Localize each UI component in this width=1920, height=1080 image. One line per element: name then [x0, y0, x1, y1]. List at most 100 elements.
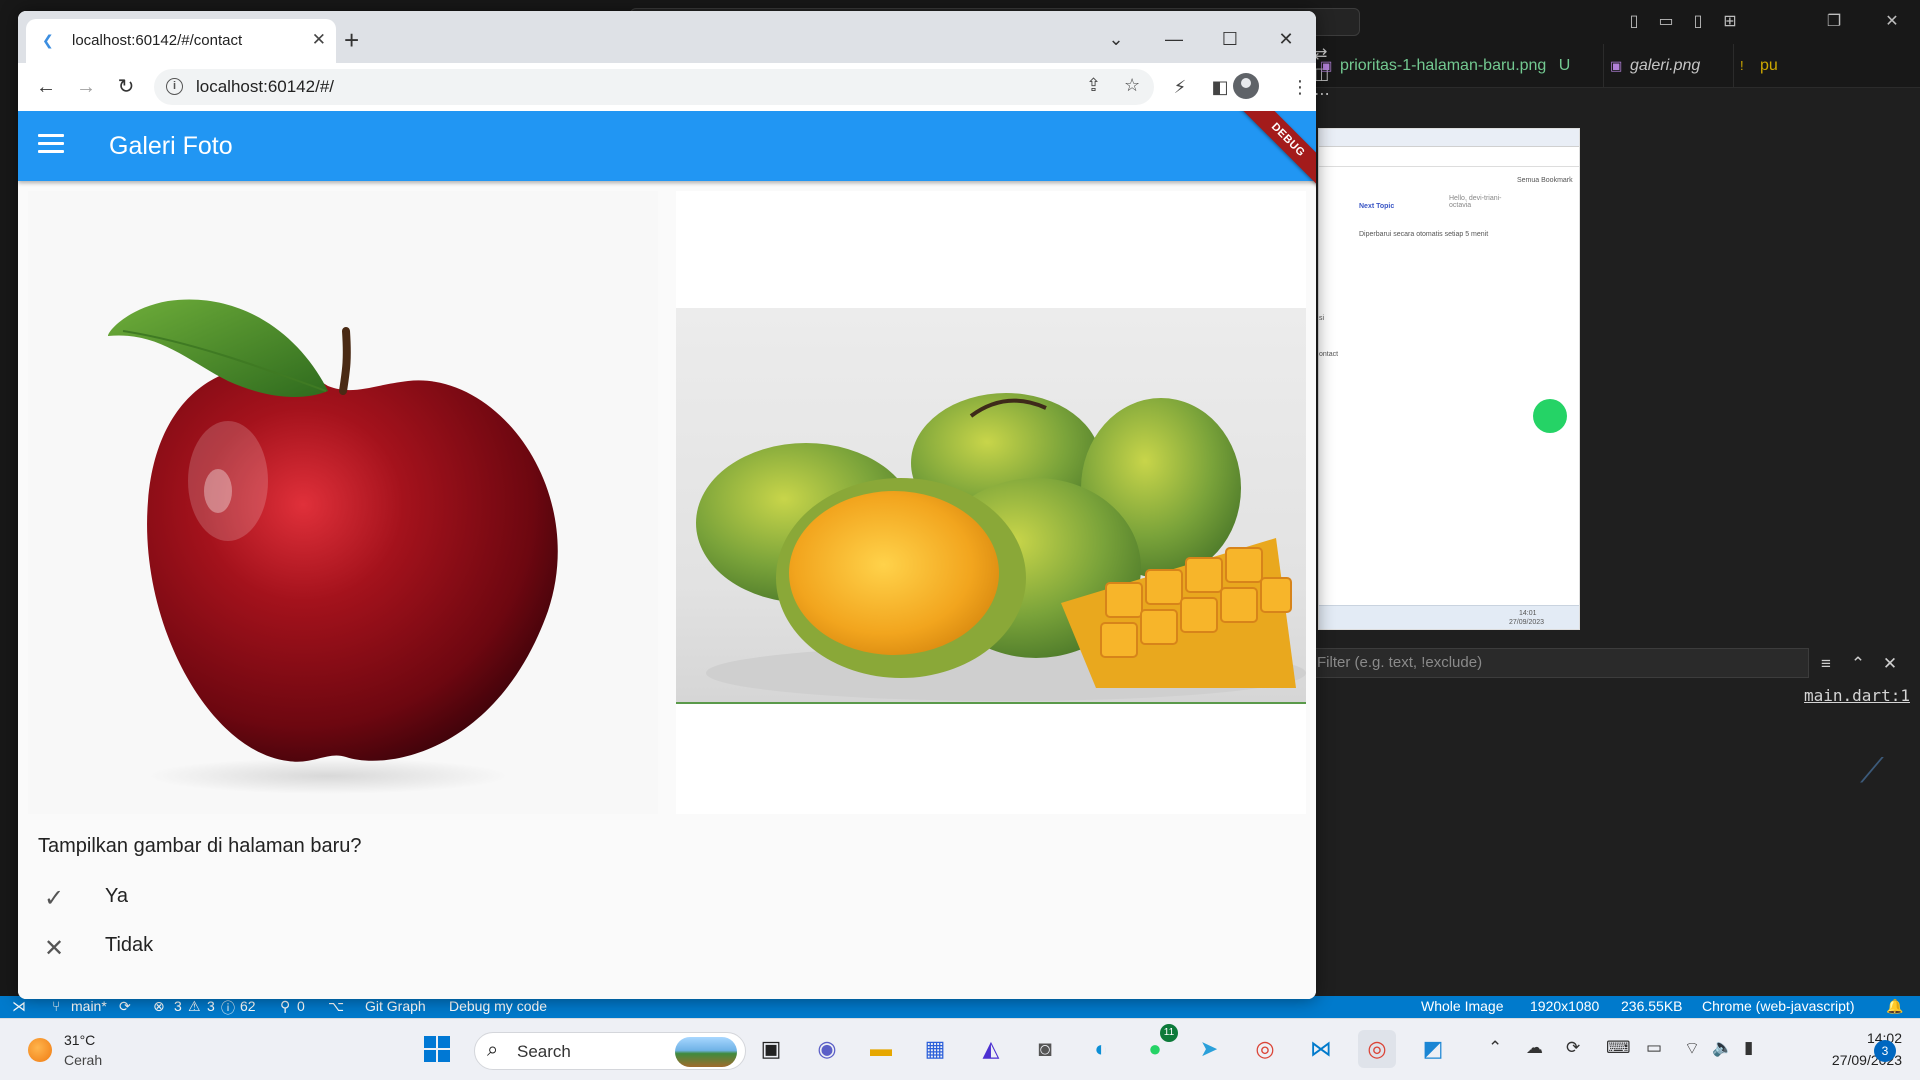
teams-chat-icon[interactable]: ◉	[808, 1030, 846, 1068]
maximize-icon[interactable]: ☐	[1208, 25, 1252, 53]
app-bar: Galeri Foto DEBUG	[18, 111, 1316, 191]
ports-icon[interactable]: ⚲	[280, 998, 290, 1015]
debug-my-code[interactable]: Debug my code	[449, 998, 547, 1014]
task-view-icon[interactable]: ▣	[752, 1030, 790, 1068]
editor-tab-label: prioritas-1-halaman-baru.png	[1340, 57, 1547, 74]
close-window-icon[interactable]: ✕	[1264, 25, 1308, 53]
remote-icon[interactable]: ⋊	[12, 998, 26, 1015]
apple-image[interactable]	[28, 191, 658, 814]
git-graph[interactable]: Git Graph	[365, 998, 426, 1014]
back-icon[interactable]: ←	[32, 73, 60, 101]
sync-icon[interactable]: ⟳	[119, 998, 131, 1015]
tab-search-icon[interactable]: ⌄	[1094, 25, 1138, 53]
keyboard-icon[interactable]: ⌨	[1606, 1038, 1631, 1058]
option-tidak-label: Tidak	[105, 934, 154, 956]
close-tab-icon[interactable]: ✕	[312, 30, 326, 50]
warning-count[interactable]: 3	[207, 998, 215, 1014]
ports-count[interactable]: 0	[297, 998, 305, 1014]
branch-name[interactable]: main*	[71, 998, 107, 1014]
chrome-icon[interactable]: ◎	[1246, 1030, 1284, 1068]
notification-badge[interactable]: 3	[1874, 1040, 1896, 1062]
battery-icon[interactable]: ▮	[1744, 1038, 1753, 1058]
customize-layout-icon[interactable]: ⊞	[1718, 10, 1742, 34]
sync-tray-icon[interactable]: ⟳	[1566, 1038, 1580, 1058]
microsoft-store-icon[interactable]: ▦	[916, 1030, 954, 1068]
error-count[interactable]: 3	[174, 998, 182, 1014]
wifi-icon[interactable]: ⌔	[1684, 1038, 1700, 1059]
close-icon: ✕	[43, 935, 65, 962]
chrome-menu-icon[interactable]: ⋮	[1288, 75, 1312, 99]
preview-browser-bar	[1319, 129, 1579, 147]
search-highlight-art	[675, 1037, 737, 1067]
editor-tabs: ▣ prioritas-1-halaman-baru.png U ▣ galer…	[1314, 44, 1920, 103]
flutter-app: Galeri Foto DEBUG Tampilkan gambar di ha…	[18, 111, 1316, 999]
preview-taskbar: 14:01 27/09/2023	[1319, 605, 1579, 629]
forward-icon[interactable]: →	[72, 73, 100, 101]
side-panel-icon[interactable]: ◧	[1208, 75, 1232, 99]
weather-temp[interactable]: 31°C	[64, 1032, 95, 1048]
file-explorer-icon[interactable]: ▬	[862, 1030, 900, 1068]
camera-icon[interactable]: ◙	[1026, 1030, 1064, 1068]
editor-tab-galeri[interactable]: ▣ galeri.png	[1604, 44, 1734, 88]
share-icon[interactable]: ⇪	[1086, 75, 1101, 96]
app-title: Galeri Foto	[109, 132, 233, 160]
flutter-logo-icon: ⟋	[1860, 752, 1884, 790]
editor-tab-label: pu	[1760, 57, 1778, 74]
close-filter-icon[interactable]: ✕	[1878, 652, 1902, 676]
branch-icon[interactable]: ⑂	[52, 998, 60, 1014]
vscode-restore-icon[interactable]: ❐	[1822, 10, 1846, 34]
whatsapp-icon[interactable]: ● 11	[1136, 1024, 1178, 1068]
menu-icon[interactable]	[38, 134, 64, 158]
extension-icon[interactable]: ⚡	[1168, 75, 1192, 99]
vscode-icon[interactable]: ⋈	[1302, 1030, 1340, 1068]
flutter-app-icon[interactable]: ◩	[1414, 1030, 1452, 1068]
editor-tab-prioritas[interactable]: ▣ prioritas-1-halaman-baru.png U	[1314, 44, 1604, 88]
warning-icon[interactable]: ⚠	[188, 998, 201, 1015]
edge-icon[interactable]: ◐	[1082, 1030, 1120, 1068]
profile-avatar-icon[interactable]	[1233, 73, 1259, 99]
start-windows-icon[interactable]	[418, 1030, 456, 1068]
mango-image[interactable]	[676, 191, 1306, 814]
notifications-bell-icon[interactable]: 🔔	[1886, 998, 1903, 1015]
info-icon[interactable]: ⓘ	[221, 998, 235, 1018]
address-bar[interactable]: i localhost:60142/#/ ⇪ ☆	[154, 69, 1154, 105]
weather-desc[interactable]: Cerah	[64, 1052, 102, 1068]
chrome-window: ❮ localhost:60142/#/contact ✕ + ⌄ — ☐ ✕ …	[18, 11, 1316, 999]
toggle-secondary-sidebar-icon[interactable]: ▯	[1686, 10, 1710, 34]
vscode-close-icon[interactable]: ✕	[1880, 10, 1904, 34]
image-label[interactable]: Whole Image	[1421, 998, 1503, 1014]
bookmark-star-icon[interactable]: ☆	[1124, 75, 1140, 96]
reload-icon[interactable]: ↻	[112, 73, 140, 101]
mango-photo	[676, 308, 1306, 704]
source-link[interactable]: main.dart:1	[1804, 686, 1910, 705]
taskbar-search[interactable]: ⌕ Search	[474, 1032, 746, 1070]
preview-updated: Diperbarui secara otomatis setiap 5 meni…	[1359, 231, 1489, 238]
telegram-icon[interactable]: ➤	[1190, 1030, 1228, 1068]
browser-tab[interactable]: ❮ localhost:60142/#/contact ✕	[26, 19, 336, 63]
git-graph-icon[interactable]: ⌥	[328, 998, 344, 1015]
site-info-icon[interactable]: i	[166, 78, 183, 95]
weather-sun-icon[interactable]	[28, 1038, 52, 1062]
tray-chevron-icon[interactable]: ⌃	[1488, 1038, 1502, 1058]
toggle-primary-sidebar-icon[interactable]: ▯	[1622, 10, 1646, 34]
minimize-icon[interactable]: —	[1152, 25, 1196, 53]
editor-tab-pu[interactable]: ! pu	[1734, 44, 1802, 88]
browser-toolbar: ← → ↻ i localhost:60142/#/ ⇪ ☆ ⚡ ◧ ⋮	[18, 63, 1316, 111]
onedrive-icon[interactable]: ☁	[1526, 1038, 1543, 1058]
error-icon[interactable]: ⊗	[153, 998, 165, 1015]
url-text[interactable]: localhost:60142/#/	[196, 77, 334, 97]
chevron-up-icon[interactable]: ⌃	[1846, 652, 1870, 676]
vscode-insiders-icon[interactable]: ◭	[972, 1030, 1010, 1068]
preview-time: 14:01	[1519, 610, 1537, 617]
toggle-panel-icon[interactable]: ▭	[1654, 10, 1678, 34]
new-tab-button[interactable]: +	[344, 27, 359, 53]
filter-input[interactable]: Filter (e.g. text, !exclude)	[1314, 648, 1809, 678]
chrome-active-icon[interactable]: ◎	[1358, 1030, 1396, 1068]
flutter-device[interactable]: Chrome (web-javascript)	[1702, 998, 1854, 1014]
preview-bookmark: Semua Bookmark	[1517, 177, 1573, 184]
display-icon[interactable]: ▭	[1646, 1038, 1662, 1058]
preview-toolbar	[1319, 147, 1579, 167]
info-count[interactable]: 62	[240, 998, 256, 1014]
list-icon[interactable]: ≡	[1814, 652, 1838, 676]
volume-icon[interactable]: 🔈	[1712, 1038, 1733, 1058]
